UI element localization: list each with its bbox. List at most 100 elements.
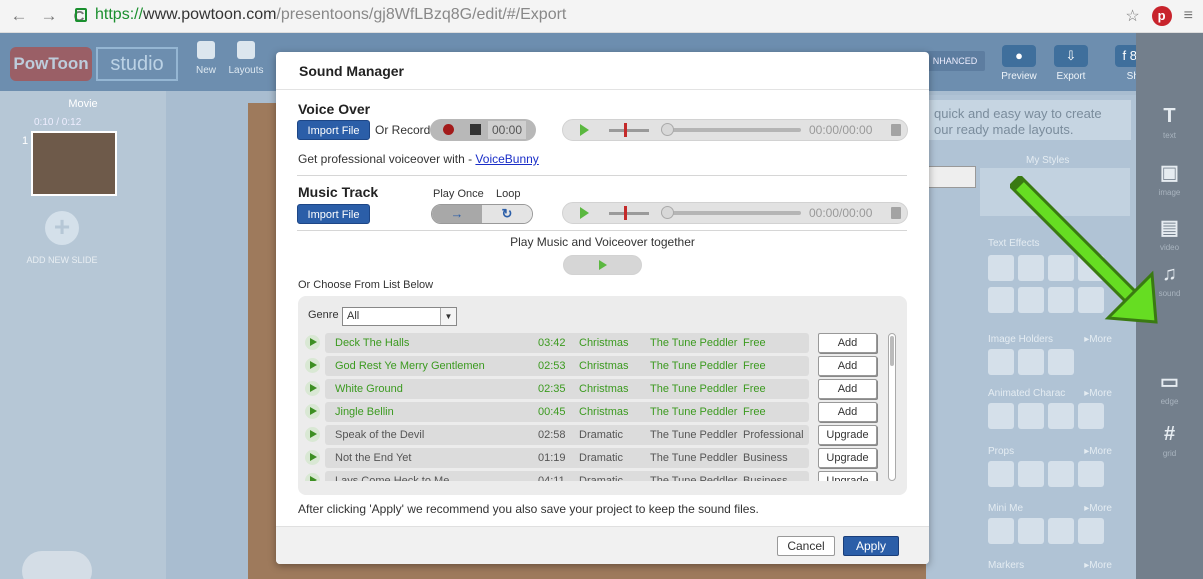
stop-icon[interactable] [470,124,481,135]
track-play-icon[interactable] [305,427,320,442]
mini-me-grid[interactable] [988,518,1104,544]
slide-thumbnail[interactable] [31,131,117,196]
export-label: Export [1056,71,1086,82]
export-button[interactable]: ⇩ Export [1047,45,1095,82]
voiceover-volume[interactable] [609,129,649,132]
new-button[interactable]: New [186,41,226,76]
music-import-button[interactable]: Import File [297,204,370,224]
scrollbar-thumb[interactable] [890,336,894,366]
pinterest-icon[interactable]: p [1151,6,1172,26]
plus-icon: + [45,211,79,245]
track-title: Deck The Halls [335,337,410,349]
track-genre: Dramatic [579,429,624,441]
playback-controls[interactable] [22,551,92,579]
track-play-icon[interactable] [305,335,320,350]
track-row: Jingle Bellin 00:45 Christmas The Tune Pedd… [305,402,885,422]
eye-icon: ● [1002,45,1036,67]
image-holders-grid[interactable] [988,349,1074,375]
music-play-icon[interactable] [580,207,589,219]
promo-text: Get professional voiceover with - [298,152,476,166]
slide-tools[interactable]: Movie [8,98,158,112]
track-duration: 00:45 [538,406,566,418]
bookmark-star-icon[interactable]: ☆ [1125,6,1139,26]
play-once-button[interactable]: → [432,205,482,223]
music-volume-knob[interactable] [624,206,627,220]
sidebar-text[interactable]: Ttext [1136,105,1203,140]
genre-select[interactable]: All ▼ [342,307,457,326]
music-progress-knob[interactable] [661,206,674,219]
track-play-icon[interactable] [305,450,320,465]
add-track-button[interactable]: Add [818,402,877,422]
address-bar[interactable]: https://www.powtoon.com/presentoons/gj8W… [95,6,566,24]
apply-note: After clicking 'Apply' we recommend you … [298,502,759,516]
voiceover-player: 00:00/00:00 [562,119,908,141]
voiceover-progress[interactable] [661,128,801,132]
back-icon[interactable]: ← [8,6,30,26]
sidebar-grid[interactable]: # grid [1136,423,1203,458]
voiceover-volume-knob[interactable] [624,123,627,137]
upgrade-button[interactable]: Upgrade [818,448,877,468]
track-play-icon[interactable] [305,358,320,373]
props-grid[interactable] [988,461,1104,487]
voiceover-play-icon[interactable] [580,124,589,136]
track-duration: 04:11 [538,475,565,481]
slide-duration: 0:10 / 0:12 [34,117,82,128]
markers-more[interactable]: ▸More [1084,560,1112,571]
grid-icon: # [1163,423,1176,445]
browser-menu-icon[interactable]: ≡ [1184,7,1193,25]
voiceover-trash-icon[interactable] [891,124,901,136]
track-play-icon[interactable] [305,473,320,481]
add-track-button[interactable]: Add [818,356,877,376]
track-play-icon[interactable] [305,381,320,396]
playback-mode-toggle: → ↻ [431,204,533,224]
music-progress[interactable] [661,211,801,215]
track-artist: The Tune Peddler [650,337,738,349]
track-tier: Free [743,337,766,349]
track-tier: Free [743,406,766,418]
track-info: Speak of the Devil 02:58 Dramatic The Tune … [325,425,809,445]
upgrade-button[interactable]: Upgrade [818,425,877,445]
music-volume[interactable] [609,212,649,215]
track-info: Not the End Yet 01:19 Dramatic The Tune Ped… [325,448,809,468]
layouts-button[interactable]: Layouts [226,41,266,76]
animated-characters-more[interactable]: ▸More [1084,388,1112,399]
upgrade-button[interactable]: Upgrade [818,471,877,481]
voicebunny-link[interactable]: VoiceBunny [475,152,538,166]
track-artist: The Tune Peddler [650,452,738,464]
apply-button[interactable]: Apply [843,536,899,556]
track-title: God Rest Ye Merry Gentlemen [335,360,485,372]
track-info: Jingle Bellin 00:45 Christmas The Tune Pedd… [325,402,809,422]
slide-number: 1 [22,135,29,147]
voiceover-progress-knob[interactable] [661,123,674,136]
mini-me-more[interactable]: ▸More [1084,503,1112,514]
sidebar-edge[interactable]: ▭ edge [1136,369,1203,406]
add-track-button[interactable]: Add [818,379,877,399]
forward-icon[interactable]: → [38,6,60,26]
cancel-button[interactable]: Cancel [777,536,835,556]
chevron-down-icon: ▼ [440,308,456,325]
list-scrollbar[interactable] [888,333,896,481]
record-icon[interactable] [443,124,454,135]
props-more[interactable]: ▸More [1084,446,1112,457]
track-title: Jingle Bellin [335,406,394,418]
add-new-slide-button[interactable]: + ADD NEW SLIDE [26,211,98,265]
studio-logo: studio [96,47,178,81]
style-select[interactable] [926,166,976,188]
characters-grid[interactable] [988,403,1104,429]
track-tier: Business [743,452,788,464]
layouts-label: Layouts [228,65,264,76]
track-title: White Ground [335,383,403,395]
track-play-icon[interactable] [305,404,320,419]
track-genre: Christmas [579,406,629,418]
loop-button[interactable]: ↻ [482,205,532,223]
add-track-button[interactable]: Add [818,333,877,353]
play-together-button[interactable] [563,255,642,275]
music-trash-icon[interactable] [891,207,901,219]
track-tier: Free [743,383,766,395]
voiceover-import-button[interactable]: Import File [297,120,370,140]
divider [297,230,907,231]
track-genre: Christmas [579,360,629,372]
choose-from-list-label: Or Choose From List Below [298,279,434,291]
dialog-title: Sound Manager [276,52,929,90]
preview-button[interactable]: ● Preview [995,45,1043,82]
